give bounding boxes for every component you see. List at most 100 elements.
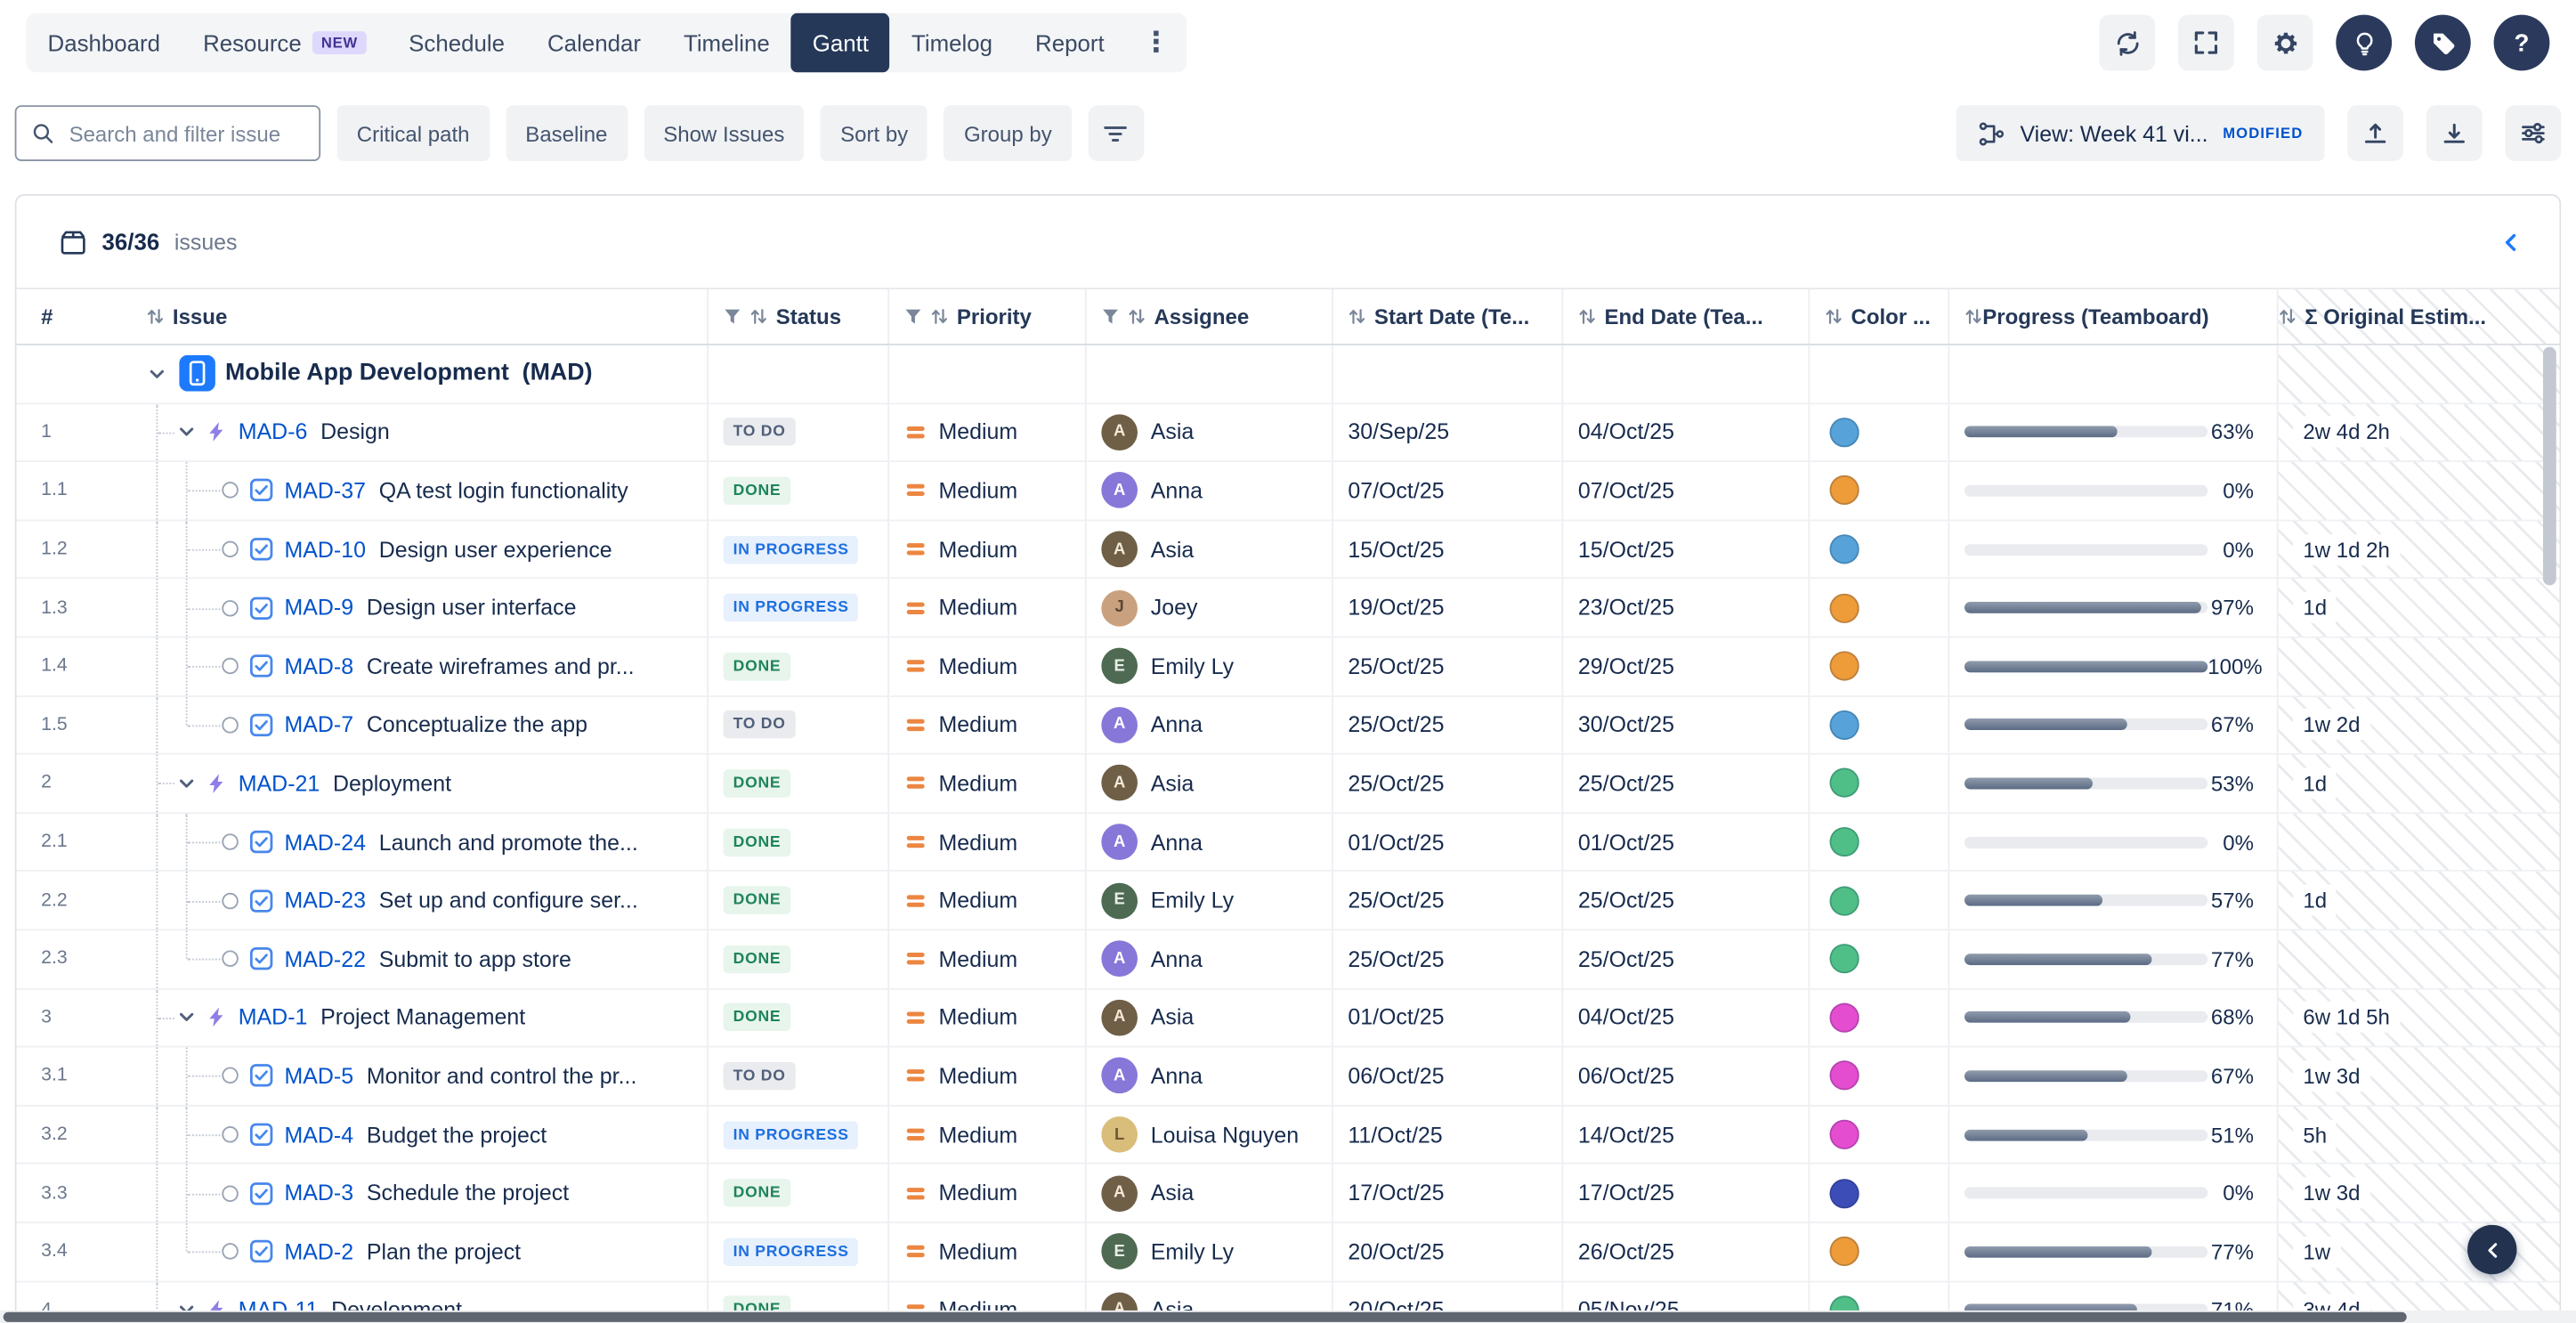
critical-path-button[interactable]: Critical path [337,105,490,161]
sort-icon[interactable] [749,307,767,325]
color-cell[interactable] [1808,1106,1948,1163]
filter-icon[interactable] [1101,307,1119,325]
end-date-cell[interactable]: 25/Oct/25 [1561,872,1808,929]
issue-row[interactable]: 2MAD-21DeploymentDONEMediumAAsia25/Oct/2… [16,755,2559,814]
issue-row[interactable]: 2.1MAD-24Launch and promote the...DONEMe… [16,814,2559,873]
status-badge[interactable]: DONE [724,1179,791,1206]
color-swatch[interactable] [1829,1237,1859,1266]
assignee-cell[interactable]: LLouisa Nguyen [1085,1106,1332,1163]
filter-icon[interactable] [904,307,922,325]
assignee-cell[interactable]: AAsia [1085,404,1332,461]
issue-key-link[interactable]: MAD-1 [239,1005,308,1030]
sort-icon[interactable] [1964,307,1982,325]
issue-row[interactable]: 3MAD-1Project ManagementDONEMediumAAsia0… [16,989,2559,1048]
priority-cell[interactable]: Medium [887,755,1085,812]
start-date-cell[interactable]: 01/Oct/25 [1332,989,1562,1046]
start-date-cell[interactable]: 06/Oct/25 [1332,1048,1562,1105]
assignee-cell[interactable]: AAnna [1085,930,1332,987]
issue-key-link[interactable]: MAD-7 [284,712,353,737]
issue-key-link[interactable]: MAD-6 [239,420,308,445]
status-cell[interactable]: DONE [707,1165,887,1222]
nav-item-timeline[interactable]: Timeline [662,13,791,72]
show-issues-button[interactable]: Show Issues [644,105,804,161]
issue-row[interactable]: 1.4MAD-8Create wireframes and pr...DONEM… [16,638,2559,697]
status-cell[interactable]: IN PROGRESS [707,521,887,578]
color-cell[interactable] [1808,580,1948,637]
color-swatch[interactable] [1829,944,1859,973]
assignee-cell[interactable]: EEmily Ly [1085,638,1332,695]
tag-button[interactable] [2415,15,2471,71]
status-cell[interactable]: DONE [707,638,887,695]
assignee-cell[interactable]: EEmily Ly [1085,872,1332,929]
status-badge[interactable]: TO DO [724,418,796,446]
priority-cell[interactable]: Medium [887,462,1085,519]
sort-icon[interactable] [146,307,164,325]
collapse-row-icon[interactable] [176,422,198,443]
status-cell[interactable]: TO DO [707,696,887,753]
status-cell[interactable]: IN PROGRESS [707,1106,887,1163]
column-header-start[interactable]: Start Date (Te... [1332,289,1562,344]
issue-key-link[interactable]: MAD-8 [284,654,353,679]
nav-item-more[interactable]: ⋮ [1126,13,1187,72]
end-date-cell[interactable]: 30/Oct/25 [1561,696,1808,753]
issue-key-link[interactable]: MAD-2 [284,1239,353,1264]
status-badge[interactable]: TO DO [724,1062,796,1090]
color-swatch[interactable] [1829,418,1859,447]
help-button[interactable]: ? [2494,15,2550,71]
column-header-status[interactable]: Status [707,289,887,344]
group-row[interactable]: Mobile App Development(MAD) [16,345,2559,404]
column-header-color[interactable]: Color ... [1808,289,1948,344]
sort-icon[interactable] [2279,307,2297,325]
issue-key-link[interactable]: MAD-23 [284,889,365,913]
end-date-cell[interactable]: 26/Oct/25 [1561,1223,1808,1280]
collapse-panel-button[interactable] [2467,1225,2516,1274]
status-badge[interactable]: DONE [724,887,791,914]
baseline-button[interactable]: Baseline [506,105,627,161]
vertical-scrollbar-thumb[interactable] [2543,347,2556,586]
status-cell[interactable]: IN PROGRESS [707,580,887,637]
color-cell[interactable] [1808,404,1948,461]
priority-cell[interactable]: Medium [887,1223,1085,1280]
color-swatch[interactable] [1829,476,1859,506]
nav-item-report[interactable]: Report [1014,13,1126,72]
start-date-cell[interactable]: 11/Oct/25 [1332,1106,1562,1163]
priority-cell[interactable]: Medium [887,989,1085,1046]
color-cell[interactable] [1808,462,1948,519]
assignee-cell[interactable]: AAnna [1085,814,1332,871]
assignee-cell[interactable]: AAnna [1085,462,1332,519]
nav-item-gantt[interactable]: Gantt [791,13,890,72]
status-badge[interactable]: DONE [724,477,791,505]
status-cell[interactable]: DONE [707,930,887,987]
status-cell[interactable]: DONE [707,814,887,871]
issue-key-link[interactable]: MAD-5 [284,1064,353,1089]
sort-icon[interactable] [1128,307,1146,325]
nav-item-timelog[interactable]: Timelog [890,13,1014,72]
status-cell[interactable]: DONE [707,872,887,929]
horizontal-scrollbar-thumb[interactable] [4,1312,2407,1322]
color-cell[interactable] [1808,989,1948,1046]
end-date-cell[interactable]: 04/Oct/25 [1561,404,1808,461]
assignee-cell[interactable]: JJoey [1085,580,1332,637]
sort-icon[interactable] [1578,307,1596,325]
issue-row[interactable]: 3.2MAD-4Budget the projectIN PROGRESSMed… [16,1106,2559,1165]
upload-button[interactable] [2347,105,2403,161]
end-date-cell[interactable]: 01/Oct/25 [1561,814,1808,871]
color-cell[interactable] [1808,755,1948,812]
column-header-issue[interactable]: Issue [132,289,707,344]
sliders-button[interactable] [2506,105,2562,161]
issue-row[interactable]: 1MAD-6DesignTO DOMediumAAsia30/Sep/2504/… [16,404,2559,463]
assignee-cell[interactable]: AAsia [1085,521,1332,578]
view-selector[interactable]: View: Week 41 vi... MODIFIED [1956,105,2324,161]
collapse-columns-button[interactable] [2489,228,2533,256]
color-cell[interactable] [1808,521,1948,578]
end-date-cell[interactable]: 25/Oct/25 [1561,930,1808,987]
color-cell[interactable] [1808,1223,1948,1280]
column-header-assignee[interactable]: Assignee [1085,289,1332,344]
color-cell[interactable] [1808,814,1948,871]
issue-row[interactable]: 2.3MAD-22Submit to app storeDONEMediumAA… [16,930,2559,989]
start-date-cell[interactable]: 07/Oct/25 [1332,462,1562,519]
fullscreen-button[interactable] [2178,15,2234,71]
start-date-cell[interactable]: 25/Oct/25 [1332,638,1562,695]
issue-key-link[interactable]: MAD-24 [284,830,365,855]
color-swatch[interactable] [1829,1120,1859,1149]
